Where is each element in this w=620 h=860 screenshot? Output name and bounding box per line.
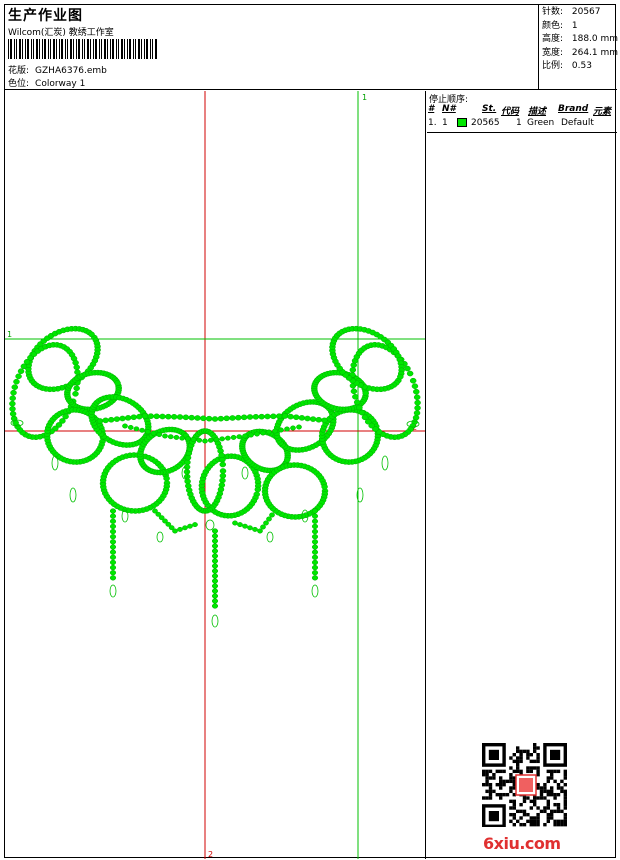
row-stitches: 20565 bbox=[471, 118, 500, 128]
row-description: Green bbox=[527, 118, 555, 128]
stat-colors: 颜色: 1 bbox=[542, 20, 578, 31]
stat-scale: 比例: 0.53 bbox=[542, 61, 592, 71]
design-file-row: 花版: GZHA6376.emb bbox=[8, 63, 107, 76]
row-code: 1 bbox=[516, 118, 522, 128]
col-description: 描述 bbox=[528, 107, 547, 117]
colorway-value: Colorway 1 bbox=[35, 79, 86, 89]
row-index: 1. bbox=[428, 118, 437, 128]
col-brand: Brand bbox=[558, 104, 589, 114]
col-stitches: St. bbox=[482, 104, 497, 114]
beaded-collar-pattern bbox=[9, 325, 421, 609]
guide-marker-left: 1 bbox=[7, 330, 12, 339]
col-element: 元素 bbox=[593, 107, 612, 117]
design-stats-panel: 针数: 20567 颜色: 1 高度: 188.0 mm 宽度: 264.1 m… bbox=[538, 5, 619, 90]
design-canvas[interactable]: 1 1 2 2 bbox=[5, 91, 426, 859]
barcode-icon bbox=[8, 39, 157, 59]
embroidery-design: 1 1 2 2 bbox=[5, 91, 425, 859]
stop-sequence-header: # N# St. 代码 描述 Brand 元素 bbox=[427, 104, 617, 117]
design-file-name: GZHA6376.emb bbox=[35, 66, 107, 76]
colorway-row: 色位: Colorway 1 bbox=[8, 76, 85, 89]
site-watermark: 6xiu.com bbox=[483, 834, 561, 853]
production-worksheet: 生产作业图 Wilcom(汇炭) 教绣工作室 花版: GZHA6376.emb 色… bbox=[4, 4, 619, 859]
col-code: 代码 bbox=[501, 107, 520, 117]
guide-marker-bottom: 2 bbox=[208, 850, 213, 859]
stat-width: 宽度: 264.1 mm bbox=[542, 47, 619, 58]
row-n: 1 bbox=[442, 118, 448, 128]
stat-stitches: 针数: 20567 bbox=[542, 7, 601, 17]
table-divider bbox=[427, 132, 617, 133]
colorway-label: 色位: bbox=[8, 79, 30, 89]
row-brand: Default bbox=[561, 118, 594, 128]
table-row[interactable]: 1. 1 20565 1 Green Default bbox=[427, 118, 617, 131]
guide-marker-top: 1 bbox=[362, 93, 367, 102]
qr-code-icon bbox=[482, 743, 567, 827]
company-name: Wilcom(汇炭) 教绣工作室 bbox=[8, 28, 114, 38]
sheet-header: 生产作业图 Wilcom(汇炭) 教绣工作室 花版: GZHA6376.emb 色… bbox=[5, 5, 619, 90]
color-swatch bbox=[457, 118, 467, 127]
stat-height: 高度: 188.0 mm bbox=[542, 34, 619, 44]
col-hash: # bbox=[428, 104, 435, 114]
page-title: 生产作业图 bbox=[8, 8, 83, 24]
design-label: 花版: bbox=[8, 66, 30, 76]
col-n: N# bbox=[442, 104, 456, 114]
